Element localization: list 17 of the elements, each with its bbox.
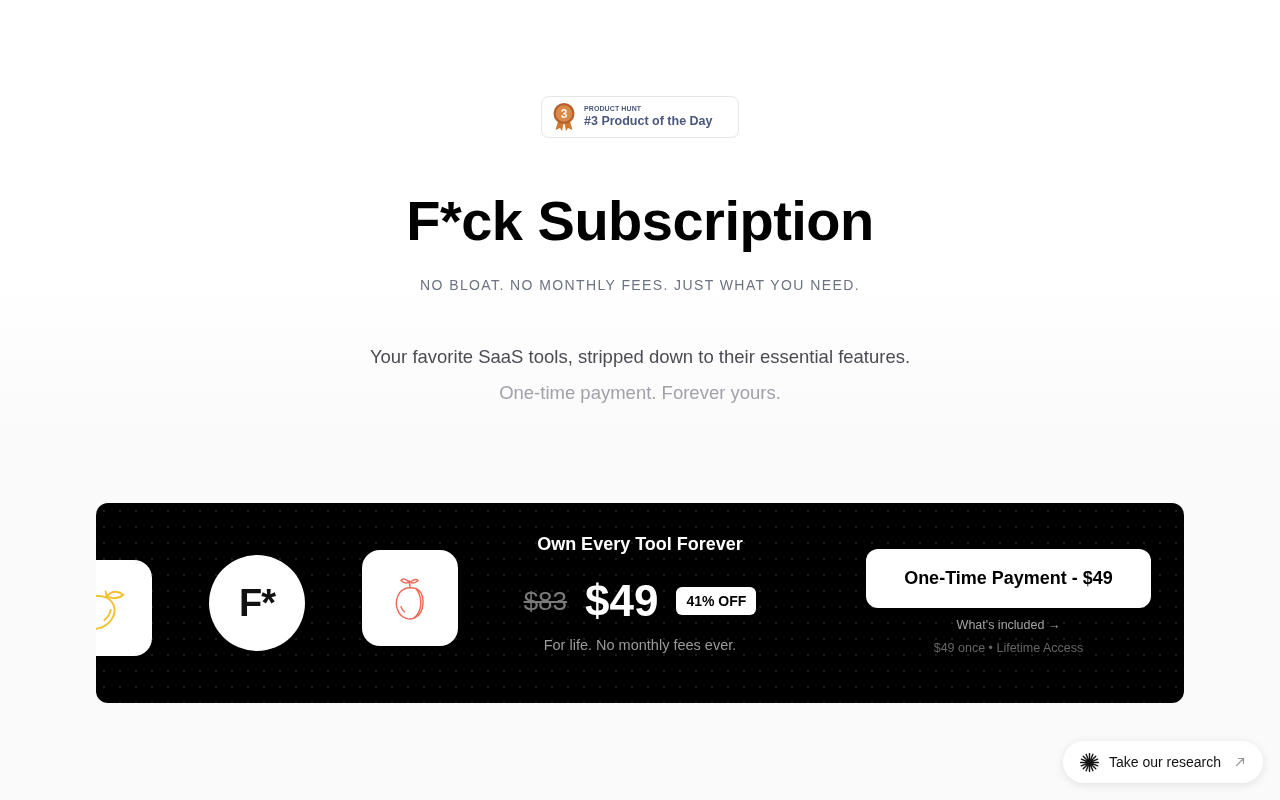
- app-logo: F*: [209, 555, 305, 651]
- discount-label: 41% OFF: [676, 587, 757, 615]
- hero-title: F*ck Subscription: [406, 188, 874, 254]
- hero-subdescription: One-time payment. Forever yours.: [499, 381, 781, 405]
- offer-heading: Own Every Tool Forever: [537, 533, 743, 556]
- old-price: $83: [523, 585, 568, 617]
- arrow-icon: [1235, 757, 1245, 767]
- sunburst-icon: [1080, 752, 1099, 772]
- price: $49: [585, 577, 659, 625]
- included-link[interactable]: What's included →: [956, 616, 1061, 634]
- badge-title: #3 Product of the Day: [584, 114, 713, 129]
- price-summary: $49 once • Lifetime Access: [933, 640, 1084, 657]
- price-note: For life. No monthly fees ever.: [543, 636, 737, 655]
- hero-tagline: NO BLOAT. NO MONTHLY FEES. JUST WHAT YOU NEED.: [420, 276, 860, 295]
- buy-button[interactable]: One-Time Payment - $49: [866, 549, 1151, 608]
- hero-description: Your favorite SaaS tools, stripped down to their essential features.: [369, 345, 911, 369]
- research-button[interactable]: Take our research: [1063, 741, 1263, 783]
